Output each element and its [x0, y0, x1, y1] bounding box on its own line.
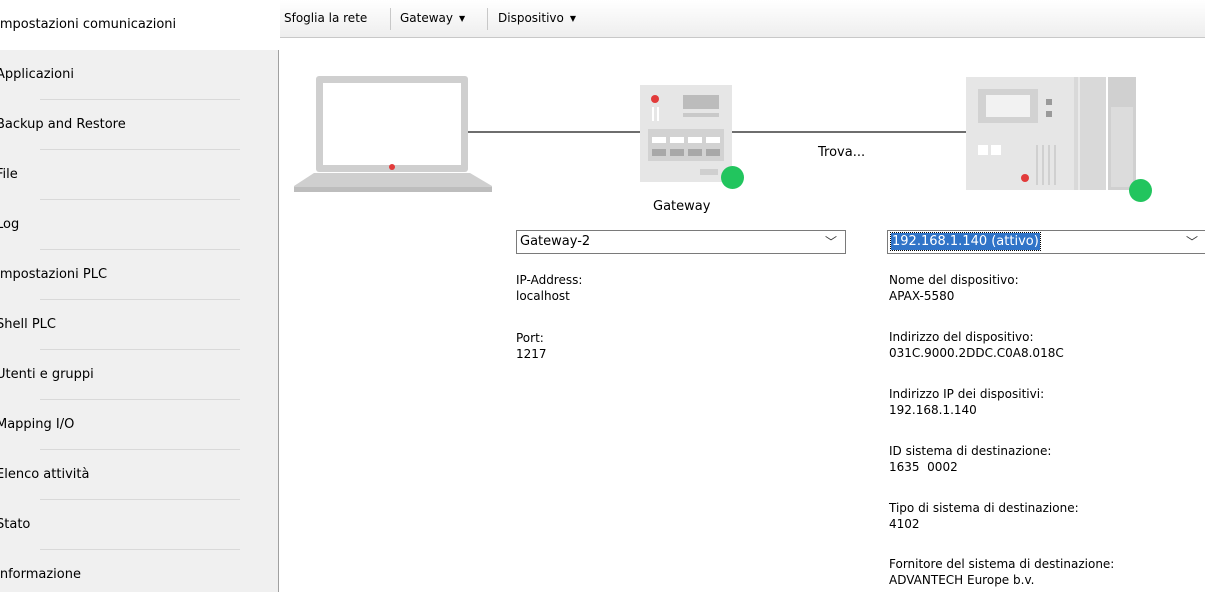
device-ip-label: Indirizzo IP dei dispositivi:: [889, 387, 1045, 401]
device-select[interactable]: 192.168.1.140 (attivo) ﹀: [887, 230, 1205, 254]
gateway-select-value: Gateway-2: [520, 234, 591, 249]
plc-device-icon[interactable]: [966, 77, 1136, 190]
caret-down-icon: ▼: [569, 14, 577, 23]
sidebar-item-backup-restore[interactable]: Backup and Restore: [0, 100, 278, 150]
device-address-value: 031C.9000.2DDC.C0A8.018C: [889, 346, 1064, 360]
sidebar-item-applications[interactable]: Applicazioni: [0, 50, 278, 100]
sidebar-item-label: Stato: [0, 517, 31, 532]
chevron-down-icon: ﹀: [824, 235, 837, 249]
device-status-dot: [1129, 179, 1152, 202]
toolbar-divider: [487, 8, 488, 30]
device-select-value: 192.168.1.140 (attivo): [890, 232, 1041, 251]
chevron-down-icon: ﹀: [1185, 235, 1198, 249]
sidebar-item-label: Backup and Restore: [0, 117, 126, 132]
sidebar-item-label: Elenco attività: [0, 467, 90, 482]
sidebar-item-plc-settings[interactable]: Impostazioni PLC: [0, 250, 278, 300]
gateway-menu-label: Gateway: [400, 11, 454, 25]
toolbar: Sfoglia la rete Gateway ▼ Dispositivo ▼: [280, 0, 1205, 38]
gateway-device-icon[interactable]: [640, 85, 732, 182]
sidebar: Impostazioni comunicazioni Applicazioni …: [0, 0, 280, 592]
browse-network-button[interactable]: Sfoglia la rete: [280, 7, 371, 29]
device-name-value: APAX-5580: [889, 289, 955, 303]
gateway-select[interactable]: Gateway-2 ﹀: [516, 230, 846, 254]
browse-network-label: Sfoglia la rete: [284, 11, 368, 25]
target-system-type-value: 4102: [889, 517, 920, 531]
gateway-menu-button[interactable]: Gateway ▼: [396, 7, 469, 29]
sidebar-item-plc-shell[interactable]: Shell PLC: [0, 300, 278, 350]
connection-line: [732, 131, 968, 133]
sidebar-item-status[interactable]: Stato: [0, 500, 278, 550]
sidebar-item-users-groups[interactable]: Utenti e gruppi: [0, 350, 278, 400]
sidebar-item-label: Impostazioni PLC: [0, 267, 108, 282]
toolbar-divider: [390, 8, 391, 30]
gateway-status-dot: [721, 166, 744, 189]
device-menu-label: Dispositivo: [498, 11, 564, 25]
gateway-port-label: Port:: [516, 331, 544, 345]
sidebar-item-task-list[interactable]: Elenco attività: [0, 450, 278, 500]
laptop-icon[interactable]: [292, 76, 494, 194]
sidebar-item-label: Shell PLC: [0, 317, 57, 332]
sidebar-item-label: Log: [0, 217, 20, 232]
sidebar-item-label: Mapping I/O: [0, 417, 75, 432]
sidebar-item-label: Applicazioni: [0, 67, 74, 82]
sidebar-item-log[interactable]: Log: [0, 200, 278, 250]
device-name-label: Nome del dispositivo:: [889, 273, 1019, 287]
sidebar-item-label: Utenti e gruppi: [0, 367, 94, 382]
target-system-id-label: ID sistema di destinazione:: [889, 444, 1052, 458]
sidebar-item-label: Informazione: [0, 567, 81, 582]
sidebar-item-communication-settings[interactable]: Impostazioni comunicazioni: [0, 0, 280, 50]
scan-status-text: Trova...: [818, 145, 866, 160]
sidebar-item-information[interactable]: Informazione: [0, 550, 278, 592]
sidebar-item-label: Impostazioni comunicazioni: [0, 17, 177, 32]
target-system-vendor-value: ADVANTECH Europe b.v.: [889, 573, 1035, 587]
device-ip-value: 192.168.1.140: [889, 403, 977, 417]
target-system-vendor-label: Fornitore del sistema di destinazione:: [889, 557, 1115, 571]
device-address-label: Indirizzo del dispositivo:: [889, 330, 1034, 344]
caret-down-icon: ▼: [459, 14, 466, 23]
target-system-type-label: Tipo di sistema di destinazione:: [889, 501, 1079, 515]
gateway-port-value: 1217: [516, 347, 547, 361]
sidebar-item-io-mapping[interactable]: Mapping I/O: [0, 400, 278, 450]
sidebar-item-files[interactable]: File: [0, 150, 278, 200]
gateway-ip-label: IP-Address:: [516, 273, 583, 287]
device-menu-button[interactable]: Dispositivo ▼: [494, 7, 580, 29]
target-system-id-value: 1635 0002: [889, 460, 958, 474]
gateway-ip-value: localhost: [516, 289, 570, 303]
gateway-caption: Gateway: [653, 199, 711, 214]
sidebar-item-label: File: [0, 167, 18, 182]
